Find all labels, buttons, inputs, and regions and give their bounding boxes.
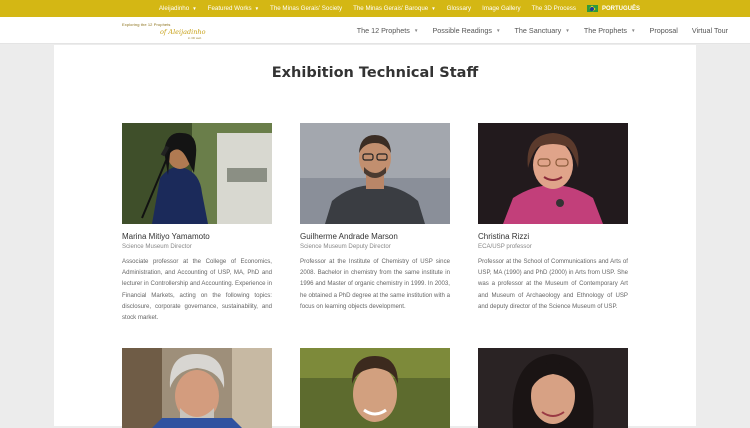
chevron-down-icon: ▼ xyxy=(495,28,501,33)
staff-photo xyxy=(122,123,272,224)
staff-photo xyxy=(478,123,628,224)
topbar-link-aleijadinho[interactable]: Aleijadinho ▼ xyxy=(159,5,197,12)
staff-bio: Professor at the Institute of Chemistry … xyxy=(300,258,450,310)
staff-name: Marina Mitiyo Yamamoto xyxy=(122,232,210,241)
chevron-down-icon: ▼ xyxy=(192,6,197,11)
topbar-link-featured-works[interactable]: Featured Works ▼ xyxy=(208,5,259,12)
language-switch[interactable]: PORTUGUÊS xyxy=(586,5,640,12)
chevron-down-icon: ▼ xyxy=(565,28,570,33)
topbar-link-label: The 3D Process xyxy=(531,5,576,12)
staff-card: Christina Rizzi ECA/USP professor Profes… xyxy=(478,123,628,312)
topbar-link-3d-process[interactable]: The 3D Process xyxy=(532,5,576,12)
staff-photo xyxy=(300,348,450,428)
staff-photo xyxy=(478,348,628,428)
page-title: Exhibition Technical Staff xyxy=(271,65,479,81)
nav-item-label: Proposal xyxy=(649,26,678,35)
logo-brand: of Aleijadinho xyxy=(160,28,206,36)
staff-name: Guilherme Andrade Marson xyxy=(300,232,398,241)
nav-item-proposal[interactable]: Proposal xyxy=(650,26,678,35)
staff-photo xyxy=(300,123,450,224)
nav-item-label: Possible Readings xyxy=(432,26,492,35)
chevron-down-icon: ▼ xyxy=(431,6,436,11)
nav-item-sanctuary[interactable]: The Sanctuary ▼ xyxy=(515,26,570,35)
staff-role: Science Museum Deputy Director xyxy=(300,243,391,250)
nav-item-virtual-tour[interactable]: Virtual Tour xyxy=(692,26,728,35)
logo-tagline: Exploring the 12 Prophets xyxy=(122,22,171,27)
chevron-down-icon: ▼ xyxy=(413,28,419,33)
staff-card xyxy=(478,348,628,428)
staff-bio: Associate professor at the College of Ec… xyxy=(122,258,272,322)
topbar-link-image-gallery[interactable]: Image Gallery xyxy=(482,5,521,12)
staff-role: ECA/USP professor xyxy=(478,243,532,250)
nav-item-possible-readings[interactable]: Possible Readings ▼ xyxy=(432,26,500,35)
staff-card: Guilherme Andrade Marson Science Museum … xyxy=(300,123,450,312)
logo-subtitle: in 3D web xyxy=(188,36,202,40)
topbar-link-baroque[interactable]: The Minas Gerais' Baroque ▼ xyxy=(353,5,436,12)
topbar-link-glossary[interactable]: Glossary xyxy=(447,5,471,12)
staff-bio: Professor at the School of Communication… xyxy=(478,258,628,310)
topbar-link-society[interactable]: The Minas Gerais' Society xyxy=(270,5,342,12)
staff-photo-image xyxy=(122,348,272,428)
staff-photo xyxy=(122,348,272,428)
staff-photo-image xyxy=(300,348,450,428)
staff-photo-image xyxy=(478,123,628,224)
staff-photo-image xyxy=(300,123,450,224)
nav-item-label: Virtual Tour xyxy=(691,26,728,35)
staff-photo-image xyxy=(478,348,628,428)
site-header: Exploring the 12 Prophets of Aleijadinho… xyxy=(0,17,750,44)
nav-item-label: The 12 Prophets xyxy=(356,26,410,35)
topbar-link-label: The Minas Gerais' Baroque xyxy=(353,5,429,12)
brazil-flag-icon xyxy=(586,5,598,12)
staff-card xyxy=(122,348,272,428)
main-nav: The 12 Prophets ▼ Possible Readings ▼ The … xyxy=(343,17,728,44)
site-logo[interactable]: Exploring the 12 Prophets of Aleijadinho… xyxy=(122,22,212,40)
topbar-link-label: Image Gallery xyxy=(482,5,521,12)
nav-item-prophets[interactable]: The Prophets ▼ xyxy=(584,26,636,35)
staff-role: Science Museum Director xyxy=(122,243,192,250)
staff-card: Marina Mitiyo Yamamoto Science Museum Di… xyxy=(122,123,272,323)
top-bar: Aleijadinho ▼ Featured Works ▼ The Minas G… xyxy=(0,0,750,17)
staff-card xyxy=(300,348,450,428)
topbar-link-label: Glossary xyxy=(446,5,472,12)
chevron-down-icon: ▼ xyxy=(254,6,260,11)
nav-item-12-prophets[interactable]: The 12 Prophets ▼ xyxy=(357,26,419,35)
chevron-down-icon: ▼ xyxy=(630,28,636,33)
main-content: Exhibition Technical Staff Marina Mitiyo… xyxy=(54,45,696,428)
nav-item-label: The Prophets xyxy=(583,26,627,35)
topbar-link-label: The Minas Gerais' Society xyxy=(270,5,343,12)
topbar-link-label: Aleijadinho xyxy=(158,5,190,12)
staff-name: Christina Rizzi xyxy=(478,232,530,241)
staff-photo-image xyxy=(122,123,272,224)
language-label: PORTUGUÊS xyxy=(601,5,640,12)
nav-item-label: The Sanctuary xyxy=(514,26,562,35)
topbar-link-label: Featured Works xyxy=(207,5,252,12)
